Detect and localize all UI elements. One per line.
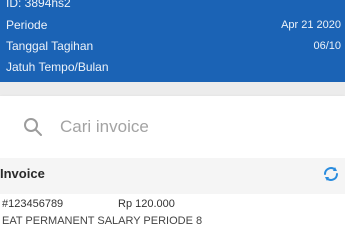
invoice-screen: ID: 3894hs2 Periode Tanggal Tagihan Jatu… — [0, 0, 345, 242]
invoice-amount: Rp 120.000 — [118, 198, 175, 210]
period-label: Periode — [6, 18, 48, 32]
search-bar[interactable] — [0, 96, 345, 158]
account-summary-header: ID: 3894hs2 Periode Tanggal Tagihan Jatu… — [0, 0, 345, 82]
invoice-description: EAT PERMANENT SALARY PERIODE 8 — [2, 215, 203, 227]
search-icon[interactable] — [22, 116, 44, 138]
invoice-list: Invoice #123456789 Rp 120.000 EAT PERMAN… — [0, 158, 345, 242]
sync-icon[interactable] — [321, 164, 341, 184]
search-input[interactable] — [60, 114, 330, 140]
account-id-label: ID: 3894hs2 — [6, 0, 71, 10]
list-item[interactable]: #123456789 Rp 120.000 EAT PERMANENT SALA… — [0, 194, 345, 242]
period-value: Apr 21 2020 — [281, 19, 341, 31]
due-date-label: Jatuh Tempo/Bulan — [6, 60, 109, 74]
section-title: Invoice — [0, 166, 45, 181]
bill-date-value: 06/10 — [313, 40, 341, 52]
bill-date-label: Tanggal Tagihan — [6, 39, 94, 53]
invoice-number: #123456789 — [2, 198, 64, 210]
